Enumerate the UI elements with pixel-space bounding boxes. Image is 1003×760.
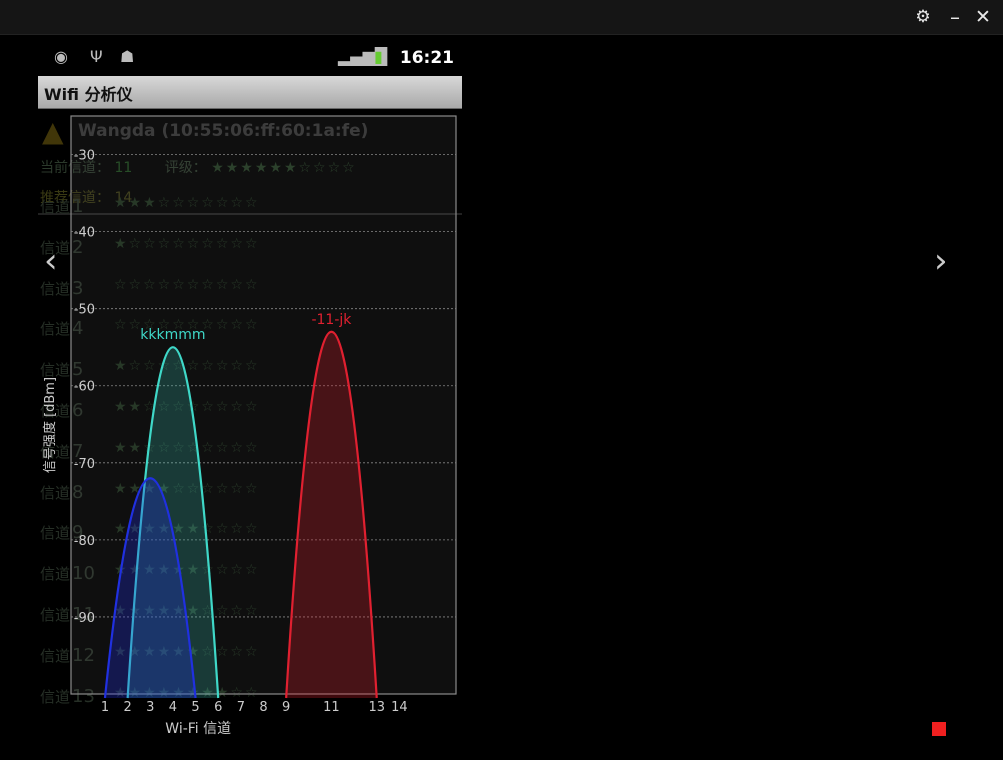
y-tick-label: -40 <box>74 226 95 241</box>
window-titlebar: ⚙ – ✕ <box>0 0 1003 35</box>
previous-arrow-button[interactable]: ‹ <box>44 244 58 278</box>
phone-screen: ◉ Ψ ☗ ▂▄▆█ ▮ 16:21 Wifi 分析仪 ▲ Wangda (10… <box>38 40 462 740</box>
y-tick-label: -50 <box>74 303 95 318</box>
x-tick-label: 8 <box>259 700 267 715</box>
y-tick-label: -90 <box>74 611 95 626</box>
series-label: kkkmmm <box>140 327 205 343</box>
gear-icon: ⚙ <box>915 7 931 27</box>
record-indicator <box>932 722 946 736</box>
x-tick-label: 5 <box>191 700 199 715</box>
y-tick-label: -30 <box>74 149 95 164</box>
x-tick-label: 1 <box>101 700 109 715</box>
x-tick-label: 7 <box>237 700 245 715</box>
x-tick-label: 13 <box>368 700 385 715</box>
x-tick-label: 4 <box>169 700 177 715</box>
series-label: -11-jk <box>311 312 352 328</box>
x-tick-label: 11 <box>323 700 340 715</box>
settings-button[interactable]: ⚙ <box>912 6 934 28</box>
y-tick-label: -70 <box>74 457 95 472</box>
y-tick-label: -80 <box>74 534 95 549</box>
close-button[interactable]: ✕ <box>972 6 994 28</box>
x-tick-label: 14 <box>391 700 408 715</box>
minimize-button[interactable]: – <box>944 6 966 28</box>
x-axis-label: Wi-Fi 信道 <box>165 721 231 737</box>
y-tick-label: -60 <box>74 380 95 395</box>
x-tick-label: 6 <box>214 700 222 715</box>
next-arrow-button[interactable]: › <box>934 244 948 278</box>
wifi-channel-chart: -30 -40 -50 -60 -70 -80 -90 1 2 3 4 5 6 7 8 9 11 13 14 Wi-F… <box>42 115 457 737</box>
x-tick-label: 3 <box>146 700 154 715</box>
x-tick-label: 2 <box>123 700 131 715</box>
y-axis-label: 信号强度 [dBm] <box>42 377 58 473</box>
x-tick-label: 9 <box>282 700 290 715</box>
